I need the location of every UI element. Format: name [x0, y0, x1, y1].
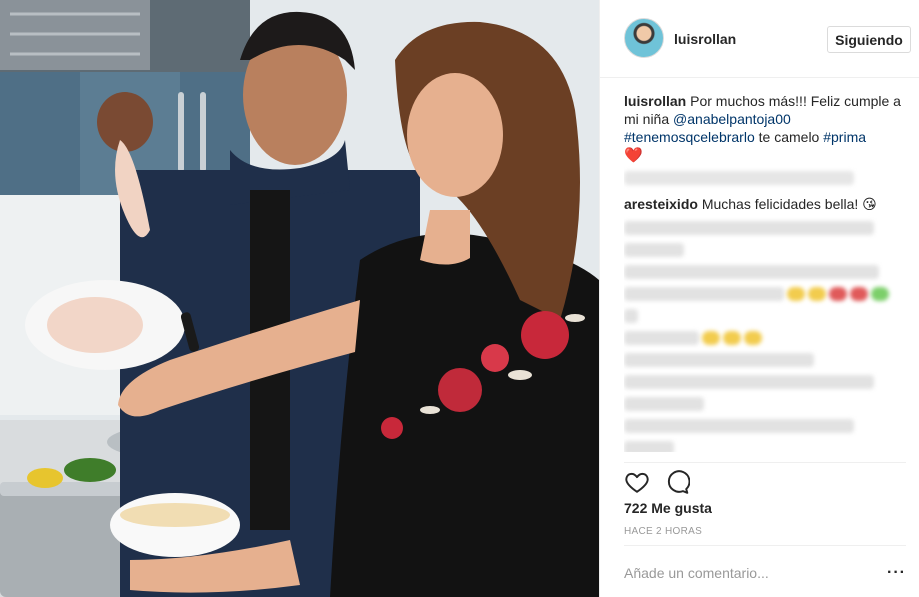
photo-kitchen-scene	[0, 0, 599, 597]
post-caption: luisrollan Por muchos más!!! Feliz cumpl…	[624, 92, 906, 165]
add-comment-bar: ···	[624, 545, 906, 597]
comments-list[interactable]: luisrollan Por muchos más!!! Feliz cumpl…	[624, 92, 906, 452]
blurred-comment	[624, 419, 906, 433]
caption-mention[interactable]: @anabelpantoja00	[673, 111, 791, 127]
post-header: luisrollan Siguiendo	[600, 0, 919, 78]
blurred-comment	[624, 171, 854, 185]
blurred-comment	[624, 331, 906, 345]
blurred-comment	[624, 287, 906, 301]
blurred-comment	[624, 375, 906, 389]
comment-input[interactable]	[624, 562, 874, 584]
caption-username[interactable]: luisrollan	[624, 93, 686, 109]
list-item: aresteixido Muchas felicidades bella! 😘	[624, 195, 906, 213]
caption-hashtag-2[interactable]: #prima	[823, 129, 866, 145]
post-timestamp[interactable]: HACE 2 HORAS	[624, 526, 702, 537]
post-actions	[624, 462, 906, 495]
following-button[interactable]: Siguiendo	[827, 26, 911, 53]
heart-outline-icon[interactable]	[624, 469, 650, 495]
blurred-comment	[624, 441, 906, 452]
blurred-comment	[624, 265, 906, 279]
likes-count[interactable]: 722 Me gusta	[624, 500, 712, 516]
header-username[interactable]: luisrollan	[674, 31, 736, 47]
blurred-comment	[624, 353, 906, 367]
avatar[interactable]	[624, 18, 664, 58]
more-dots-icon[interactable]: ···	[887, 565, 906, 581]
speech-bubble-icon[interactable]	[664, 469, 690, 495]
caption-hashtag-1[interactable]: #tenemosqcelebrarlo	[624, 129, 755, 145]
blurred-comment	[624, 243, 906, 257]
caption-text-2: te camelo	[754, 129, 824, 145]
red-heart-emoji: ❤️	[624, 147, 643, 164]
post-side-panel: luisrollan Siguiendo luisrollan Por much…	[599, 0, 919, 597]
post-photo[interactable]	[0, 0, 599, 597]
comment-text: Muchas felicidades bella! 😘	[697, 196, 877, 212]
blurred-comment	[624, 397, 906, 411]
blurred-comment	[624, 221, 906, 235]
blurred-comment	[624, 309, 906, 323]
comment-username[interactable]: aresteixido	[624, 196, 698, 212]
